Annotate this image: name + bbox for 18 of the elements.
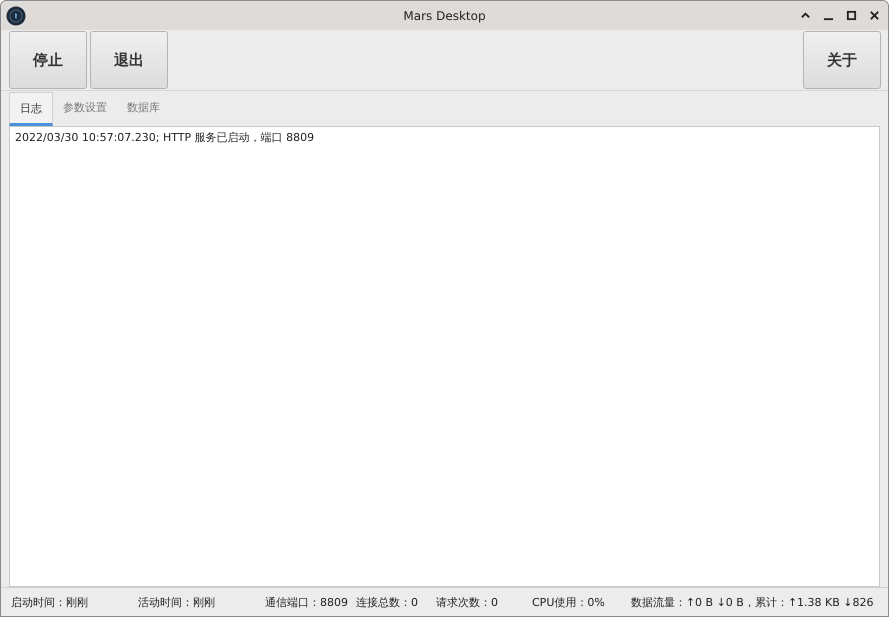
window-title: Mars Desktop (403, 8, 486, 22)
status-text: 通信端口：8809 (265, 594, 348, 610)
log-line: 2022/03/30 10:57:07.230; HTTP 服务已启动，端口 8809 (15, 130, 316, 145)
toolbar-button[interactable]: 退出 (90, 31, 168, 89)
tab[interactable]: 日志 (9, 92, 53, 126)
toolbar-button[interactable]: 停止 (9, 31, 87, 89)
status-text: CPU使用：0% (532, 594, 605, 610)
app-logo-icon (6, 6, 26, 26)
close-icon[interactable] (869, 10, 880, 21)
maximize-icon[interactable] (846, 10, 857, 21)
status-text: 请求次数：0 (436, 594, 498, 610)
status-text: 活动时间：刚刚 (138, 594, 215, 610)
status-text: 数据流量：↑0 B ↓0 B，累计：↑1.38 KB ↓826 (630, 594, 874, 610)
about-button[interactable]: 关于 (803, 31, 881, 89)
tab[interactable]: 数据库 (117, 92, 170, 126)
status-text: 连接总数：0 (356, 594, 418, 610)
status-text: 启动时间：刚刚 (11, 594, 88, 610)
tab[interactable]: 参数设置 (53, 92, 117, 126)
